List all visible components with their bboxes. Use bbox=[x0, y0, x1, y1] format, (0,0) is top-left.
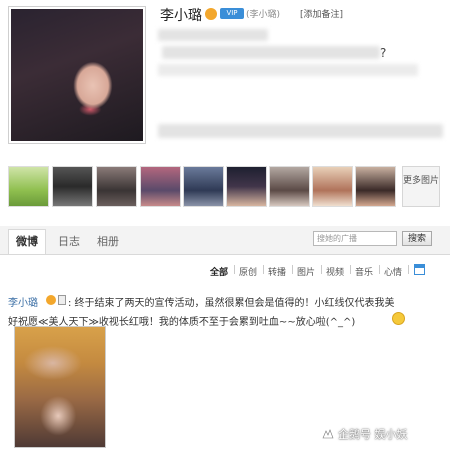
filter-separator: | bbox=[407, 265, 411, 275]
post-image[interactable] bbox=[14, 326, 106, 448]
filter-repost[interactable]: 转播 bbox=[268, 265, 286, 278]
filter-original[interactable]: 原创 bbox=[239, 265, 257, 278]
post-text-line: : 终于结束了两天的宣传活动，虽然很累但会是值得的！小红线仅代表我美 bbox=[68, 298, 395, 309]
more-photos-button[interactable]: 更多图片 bbox=[402, 166, 440, 207]
filter-separator: | bbox=[233, 265, 237, 275]
post-author[interactable]: 李小璐 bbox=[8, 294, 38, 309]
photo-thumbnail[interactable] bbox=[52, 166, 93, 207]
add-note-link[interactable]: [添加备注] bbox=[300, 7, 343, 20]
mobile-client-icon bbox=[58, 295, 66, 305]
photo-thumbnail[interactable] bbox=[96, 166, 137, 207]
filter-separator: | bbox=[291, 265, 295, 275]
filter-video[interactable]: 视频 bbox=[326, 265, 344, 278]
filter-all[interactable]: 全部 bbox=[210, 265, 228, 278]
filter-mood[interactable]: 心情 bbox=[384, 265, 402, 278]
profile-name: 李小璐 bbox=[160, 8, 202, 24]
post-text: : 终于结束了两天的宣传活动，虽然很累但会是值得的！小红线仅代表我美 好祝愿≪美… bbox=[8, 294, 440, 332]
blurred-bio-line bbox=[158, 124, 443, 138]
calendar-icon[interactable] bbox=[414, 264, 425, 275]
photo-thumbnail[interactable] bbox=[269, 166, 310, 207]
search-button[interactable]: 搜索 bbox=[402, 231, 432, 246]
blurred-bio-line bbox=[158, 64, 418, 76]
tab-weibo[interactable]: 微博 bbox=[8, 229, 46, 254]
blurred-bio-line bbox=[158, 29, 268, 41]
search-input[interactable]: 搜她的广播 bbox=[313, 231, 397, 246]
member-badge: VIP bbox=[220, 8, 244, 19]
photo-thumbnail[interactable] bbox=[8, 166, 49, 207]
photo-thumbnail[interactable] bbox=[183, 166, 224, 207]
photo-thumbnail[interactable] bbox=[355, 166, 396, 207]
photo-thumbnail[interactable] bbox=[226, 166, 267, 207]
filter-separator: | bbox=[349, 265, 353, 275]
filter-music[interactable]: 音乐 bbox=[355, 265, 373, 278]
penguin-icon bbox=[322, 429, 334, 439]
filter-separator: | bbox=[262, 265, 266, 275]
bio-suffix: ? bbox=[380, 46, 387, 60]
blurred-bio-line bbox=[162, 46, 380, 59]
watermark-text: 企鹅号 娱小妖 bbox=[338, 428, 408, 441]
tab-blog[interactable]: 日志 bbox=[58, 233, 80, 249]
smile-emoji-icon bbox=[392, 312, 405, 325]
tab-album[interactable]: 相册 bbox=[97, 233, 119, 249]
filter-images[interactable]: 图片 bbox=[297, 265, 315, 278]
photo-thumbnail[interactable] bbox=[312, 166, 353, 207]
avatar-photo bbox=[11, 9, 143, 141]
verified-icon bbox=[46, 295, 56, 305]
verified-icon bbox=[205, 8, 217, 20]
filter-separator: | bbox=[378, 265, 382, 275]
profile-alias: (李小璐) bbox=[246, 10, 281, 20]
photo-thumbnail[interactable] bbox=[140, 166, 181, 207]
filter-separator: | bbox=[320, 265, 324, 275]
profile-avatar[interactable] bbox=[8, 6, 146, 144]
